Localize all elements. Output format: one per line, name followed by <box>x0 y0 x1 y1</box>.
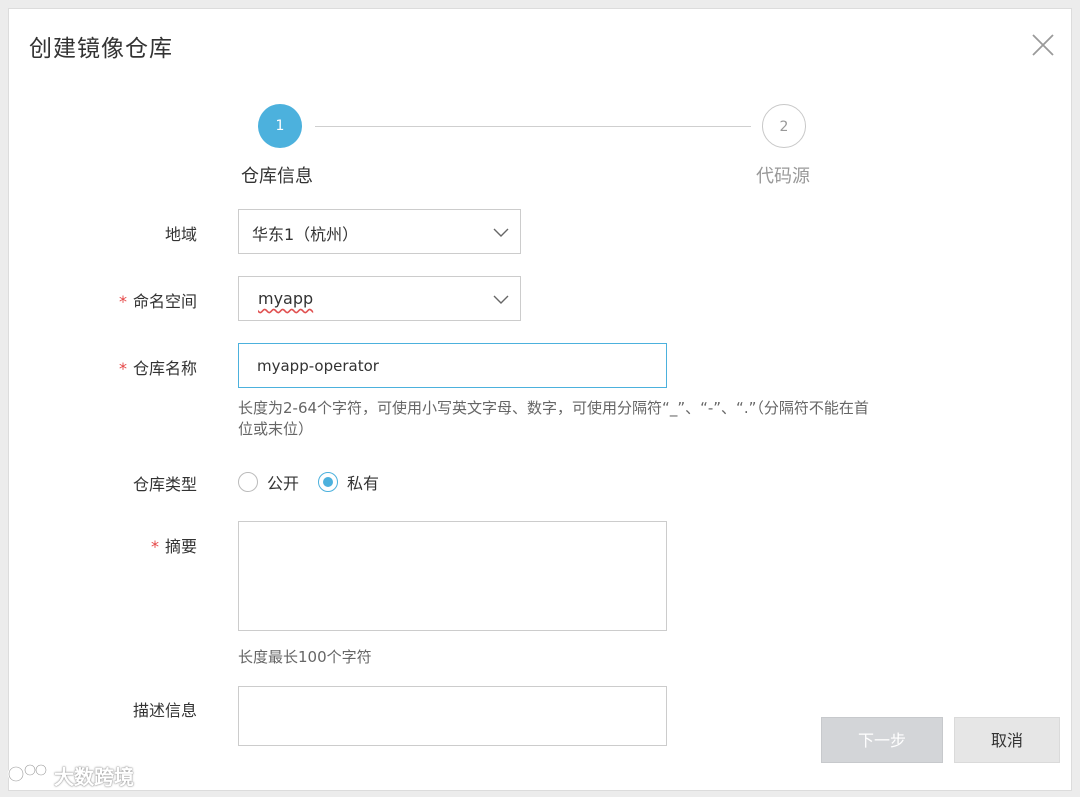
description-label-text: 描述信息 <box>132 701 197 720</box>
repo-name-label-text: 仓库名称 <box>132 359 197 378</box>
region-select[interactable]: 华东1（杭州） <box>238 209 521 254</box>
step-connector-line <box>315 126 751 127</box>
chevron-down-icon <box>492 290 510 312</box>
chevron-down-icon <box>492 223 510 245</box>
namespace-label: * 命名空间 <box>17 288 197 312</box>
watermark: 大数跨境 <box>6 760 134 791</box>
repo-type-label: 仓库类型 <box>17 471 197 495</box>
step-2-label: 代码源 <box>756 166 810 187</box>
namespace-label-text: 命名空间 <box>132 292 197 311</box>
step-1-indicator: 1 <box>258 104 302 148</box>
region-label-text: 地域 <box>164 225 197 244</box>
description-textarea[interactable] <box>238 686 667 746</box>
repo-name-input[interactable] <box>255 356 659 376</box>
repo-name-hint: 长度为2-64个字符，可使用小写英文字母、数字，可使用分隔符“_”、“-”、“.… <box>238 398 869 440</box>
namespace-select[interactable]: myapp <box>238 276 521 321</box>
radio-public[interactable]: 公开 <box>238 470 299 494</box>
radio-private[interactable]: 私有 <box>318 470 379 494</box>
cancel-button[interactable]: 取消 <box>954 717 1060 763</box>
close-icon[interactable] <box>1029 31 1057 59</box>
step-2-indicator: 2 <box>762 104 806 148</box>
repo-name-label: * 仓库名称 <box>17 355 197 379</box>
description-label: 描述信息 <box>17 697 197 721</box>
required-mark: * <box>118 359 127 378</box>
radio-private-circle[interactable] <box>318 472 338 492</box>
repo-name-hint-line1: 长度为2-64个字符，可使用小写英文字母、数字，可使用分隔符“_”、“-”、“.… <box>238 399 869 417</box>
dialog-title: 创建镜像仓库 <box>29 36 173 62</box>
namespace-select-value: myapp <box>258 289 314 308</box>
summary-label-text: 摘要 <box>164 537 197 556</box>
repo-name-field[interactable] <box>238 343 667 388</box>
repo-type-label-text: 仓库类型 <box>132 475 197 494</box>
next-step-button[interactable]: 下一步 <box>821 717 943 763</box>
region-label: 地域 <box>17 221 197 245</box>
radio-public-circle[interactable] <box>238 472 258 492</box>
region-select-value: 华东1（杭州） <box>252 225 359 244</box>
repo-name-hint-line2: 位或末位） <box>238 420 314 438</box>
watermark-text: 大数跨境 <box>54 765 134 789</box>
watermark-logo-icon <box>6 760 48 791</box>
radio-private-label: 私有 <box>347 474 380 493</box>
radio-public-label: 公开 <box>267 474 300 493</box>
required-mark: * <box>118 292 127 311</box>
step-1-label: 仓库信息 <box>241 166 313 187</box>
summary-label: * 摘要 <box>17 533 197 557</box>
create-repo-dialog: 创建镜像仓库 1 2 仓库信息 代码源 地域 华东1（杭州） * 命名空间 mya… <box>8 8 1072 791</box>
summary-textarea[interactable] <box>238 521 667 631</box>
summary-hint: 长度最长100个字符 <box>238 648 372 666</box>
required-mark: * <box>150 537 159 556</box>
